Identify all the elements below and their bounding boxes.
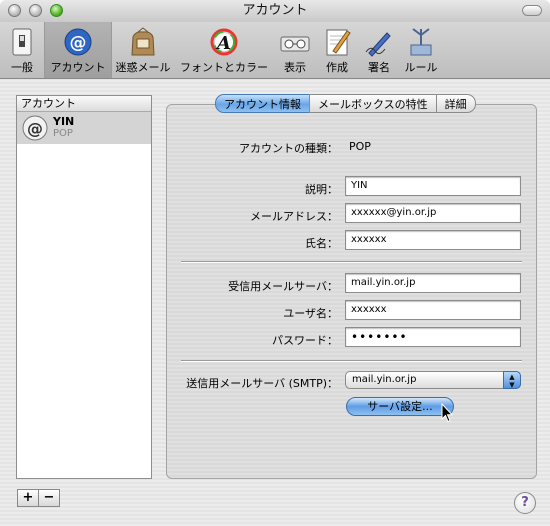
font-color-icon: A — [210, 28, 238, 56]
mouse-pointer-icon — [441, 403, 453, 423]
incoming-server-field[interactable]: mail.yin.or.jp — [345, 273, 521, 293]
help-button[interactable]: ? — [514, 492, 536, 514]
full-name-label: 氏名： — [305, 237, 338, 250]
smtp-server-popup[interactable]: mail.yin.or.jp ▲ ▼ — [345, 371, 521, 389]
accounts-list-header: アカウント — [17, 96, 151, 112]
toolbar: 一般 @ アカウント 迷惑メール A フォントとカラー 表示 作成 署名 ルール — [0, 22, 550, 79]
tab-mailbox-behaviors[interactable]: メールボックスの特性 — [309, 94, 437, 113]
remove-account-button[interactable]: − — [38, 489, 60, 507]
toolbar-toggle-button[interactable] — [522, 5, 542, 16]
toolbar-item-label: 迷惑メール — [115, 61, 171, 74]
svg-text:A: A — [215, 33, 231, 54]
username-label: ユーザ名： — [283, 307, 338, 320]
at-sign-icon: @ — [64, 28, 92, 56]
separator — [181, 261, 522, 263]
email-label: メールアドレス： — [250, 210, 338, 223]
signature-pen-icon — [365, 32, 391, 57]
account-at-icon: @ — [22, 115, 48, 141]
rules-icon — [410, 28, 432, 56]
svg-text:@: @ — [70, 33, 87, 53]
password-label: パスワード： — [272, 334, 338, 347]
tab-bar: アカウント情報 メールボックスの特性 詳細 — [215, 94, 476, 113]
toolbar-item-label: フォントとカラー — [180, 61, 268, 74]
server-settings-button[interactable]: サーバ設定... — [346, 397, 454, 416]
toolbar-item-general[interactable]: 一般 — [0, 22, 44, 78]
toolbar-item-viewing[interactable]: 表示 — [274, 22, 316, 78]
toolbar-item-label: 署名 — [368, 61, 390, 74]
toolbar-item-label: ルール — [404, 61, 438, 74]
account-type-value: POP — [349, 140, 371, 153]
username-field[interactable]: xxxxxx — [345, 300, 521, 320]
password-field[interactable]: ••••••• — [345, 327, 521, 347]
toolbar-item-signatures[interactable]: 署名 — [358, 22, 400, 78]
title-bar: アカウント — [0, 0, 550, 22]
window-title: アカウント — [242, 3, 308, 18]
accounts-list: アカウント @ YIN POP — [16, 95, 152, 479]
smtp-label: 送信用メールサーバ (SMTP)： — [186, 377, 338, 390]
description-label: 説明： — [305, 183, 338, 196]
general-switch-icon — [12, 28, 32, 56]
account-name: YIN — [53, 115, 75, 128]
separator — [181, 360, 522, 362]
account-row-yin[interactable]: @ YIN POP — [17, 112, 151, 144]
toolbar-item-rules[interactable]: ルール — [400, 22, 442, 78]
email-field[interactable]: xxxxxx@yin.or.jp — [345, 203, 521, 223]
toolbar-item-label: 作成 — [326, 61, 348, 74]
close-button[interactable] — [8, 4, 21, 17]
add-account-button[interactable]: + — [17, 489, 39, 507]
viewing-glasses-icon — [280, 36, 310, 52]
account-type-label: アカウントの種類： — [239, 142, 338, 155]
svg-text:@: @ — [27, 119, 43, 138]
toolbar-item-fonts-colors[interactable]: A フォントとカラー — [174, 22, 274, 78]
toolbar-item-label: 一般 — [11, 61, 33, 74]
toolbar-item-junk-mail[interactable]: 迷惑メール — [112, 22, 174, 78]
minimize-button[interactable] — [29, 4, 42, 17]
description-field[interactable]: YIN — [345, 176, 521, 196]
smtp-server-value: mail.yin.or.jp — [352, 374, 417, 385]
compose-icon — [326, 29, 351, 56]
popup-arrows-icon: ▲ ▼ — [503, 371, 521, 389]
full-name-field[interactable]: xxxxxx — [345, 230, 521, 250]
junk-mail-bag-icon — [131, 27, 155, 56]
toolbar-item-accounts[interactable]: @ アカウント — [44, 22, 112, 78]
zoom-button[interactable] — [50, 4, 63, 17]
tab-advanced[interactable]: 詳細 — [435, 94, 476, 113]
account-type: POP — [53, 128, 73, 139]
toolbar-item-label: アカウント — [50, 61, 106, 74]
incoming-server-label: 受信用メールサーバ： — [228, 280, 338, 293]
toolbar-item-composing[interactable]: 作成 — [316, 22, 358, 78]
tab-account-info[interactable]: アカウント情報 — [215, 94, 310, 113]
preferences-window: アカウント 一般 @ アカウント 迷惑メール A フォントとカラー 表示 作成 … — [0, 0, 550, 526]
toolbar-item-label: 表示 — [284, 61, 306, 74]
